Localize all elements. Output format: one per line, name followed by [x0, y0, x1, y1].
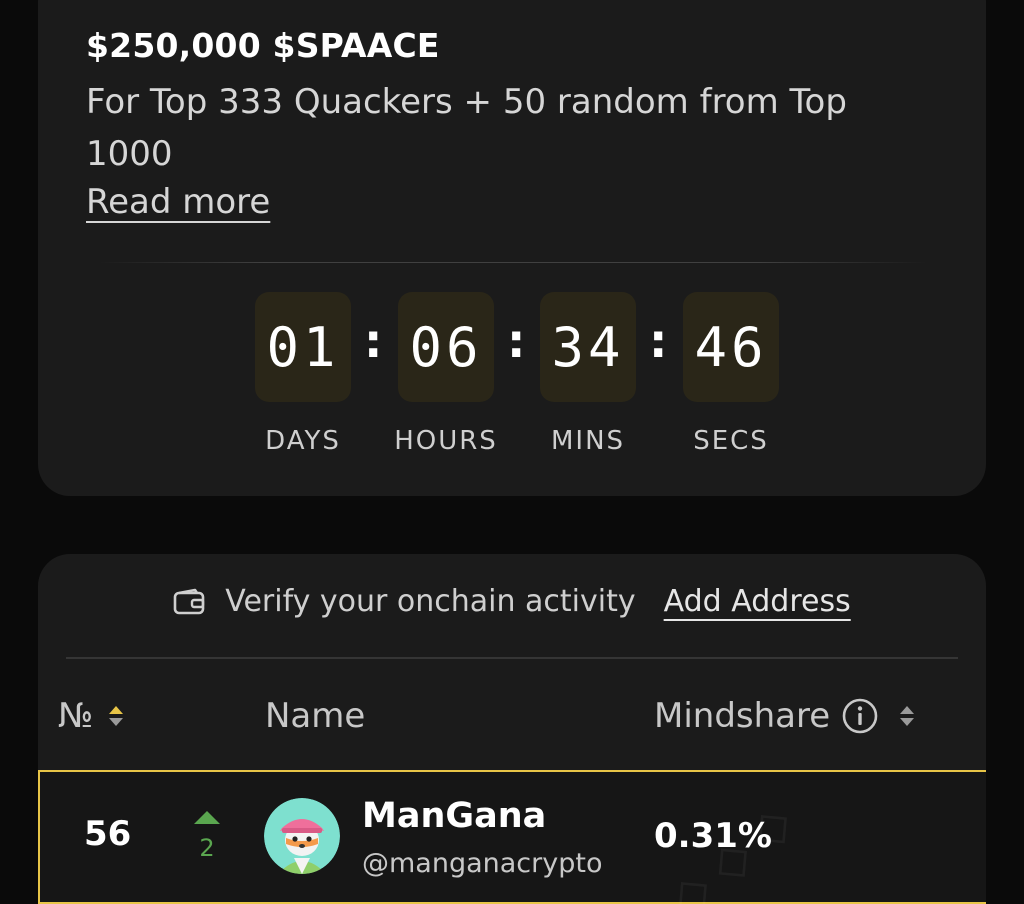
countdown-days-label: DAYS [265, 426, 341, 456]
column-header-rank[interactable]: № [58, 696, 125, 736]
countdown-secs: 46 [683, 292, 779, 402]
column-header-name-label: Name [265, 696, 366, 736]
add-address-link[interactable]: Add Address [664, 584, 851, 619]
column-header-mindshare[interactable]: Mindshare [654, 696, 916, 736]
mindshare-value: 0.31% [654, 816, 772, 856]
countdown-mins: 34 [540, 292, 636, 402]
user-name: ManGana [362, 796, 547, 836]
arrow-up-icon [194, 811, 220, 824]
countdown-separator: : [364, 314, 383, 368]
sort-icon [900, 706, 915, 726]
reward-title: $250,000 $SPAACE [86, 26, 440, 65]
rank-value: 56 [84, 814, 132, 854]
sort-icon [109, 706, 124, 726]
column-header-rank-label: № [58, 696, 94, 736]
column-header-mindshare-label: Mindshare [654, 696, 831, 736]
countdown-separator: : [507, 314, 526, 368]
verify-banner: Verify your onchain activity Add Address [38, 584, 986, 619]
avatar[interactable] [264, 798, 340, 874]
reward-card: $250,000 $SPAACE For Top 333 Quackers + … [38, 0, 986, 496]
user-handle: @manganacrypto [362, 848, 603, 879]
countdown-hours: 06 [398, 292, 494, 402]
read-more-link[interactable]: Read more [86, 182, 270, 222]
leaderboard-card: Verify your onchain activity Add Address… [38, 554, 986, 904]
rank-change: 2 [192, 810, 222, 862]
table-row[interactable]: ◇ ◇ ◇ 56 2 ManGana @manganacrypto 0.31% [38, 770, 986, 904]
reward-description: For Top 333 Quackers + 50 random from To… [86, 82, 847, 174]
divider [66, 657, 958, 659]
page: $250,000 $SPAACE For Top 333 Quackers + … [0, 0, 1024, 904]
countdown-secs-label: SECS [693, 426, 769, 456]
divider [98, 262, 928, 263]
countdown-separator: : [649, 314, 668, 368]
rank-change-value: 2 [199, 834, 215, 862]
verify-text: Verify your onchain activity [225, 584, 636, 619]
countdown-mins-label: MINS [550, 426, 626, 456]
info-icon[interactable] [842, 698, 878, 734]
wallet-icon [173, 588, 205, 614]
column-header-name: Name [265, 696, 365, 736]
countdown-hours-label: HOURS [394, 426, 498, 456]
countdown-days: 01 [255, 292, 351, 402]
